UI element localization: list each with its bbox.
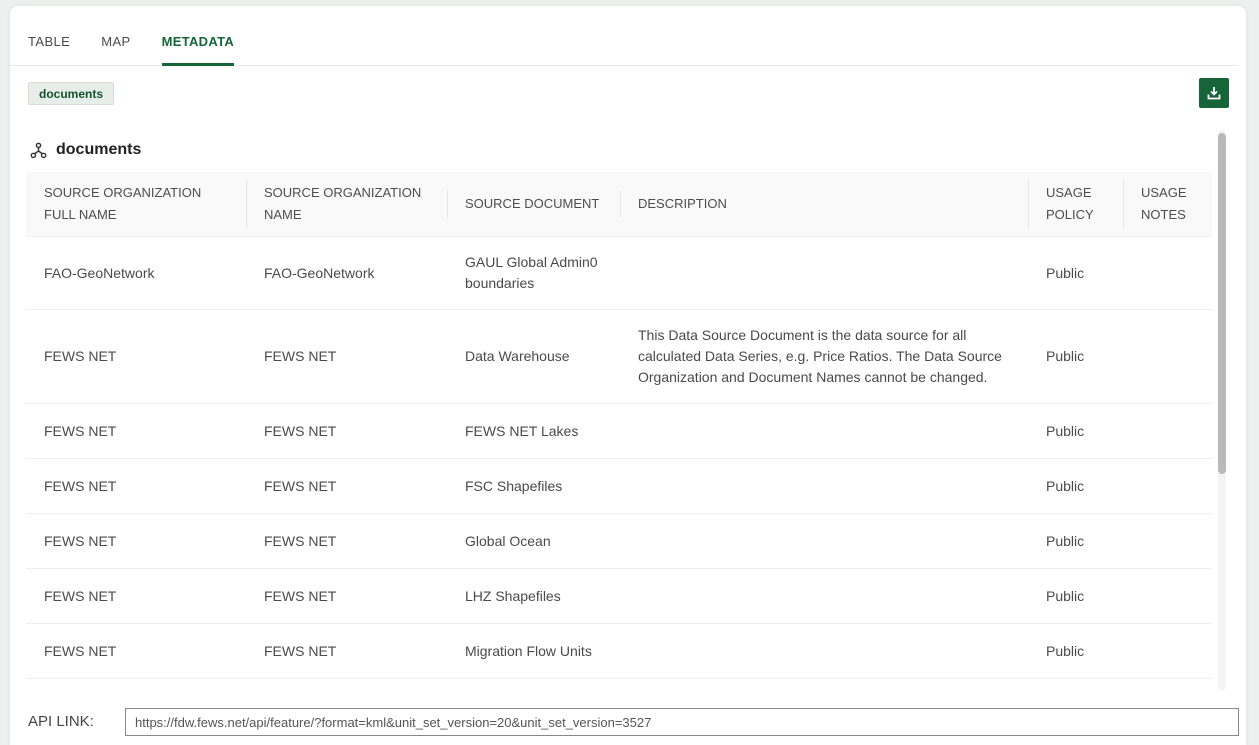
api-link-row: API LINK:: [28, 708, 1229, 736]
table-cell-doc: Data Warehouse: [447, 331, 620, 382]
table-cell-desc: [620, 258, 1028, 288]
documents-chip[interactable]: documents: [28, 82, 114, 105]
download-icon: [1206, 85, 1222, 101]
tab-map[interactable]: MAP: [101, 34, 130, 65]
page-title: documents: [56, 141, 141, 159]
table-cell-org_full: FEWS NET: [26, 516, 246, 567]
table-cell-notes: [1123, 342, 1212, 372]
table-row: FEWS NETFEWS NETMigration Flow UnitsPubl…: [26, 624, 1212, 679]
api-link-label: API LINK:: [28, 713, 94, 730]
metadata-table: SOURCE ORGANIZATION FULL NAMESOURCE ORGA…: [26, 172, 1212, 679]
table-cell-policy: Public: [1028, 626, 1123, 677]
table-cell-desc: [620, 581, 1028, 611]
table-cell-org: FEWS NET: [246, 461, 447, 512]
table-cell-org_full: FEWS NET: [26, 406, 246, 457]
table-cell-desc: [620, 471, 1028, 501]
table-cell-org_full: FEWS NET: [26, 571, 246, 622]
tab-table[interactable]: TABLE: [28, 34, 70, 65]
table-cell-policy: Public: [1028, 571, 1123, 622]
table-header-row: SOURCE ORGANIZATION FULL NAMESOURCE ORGA…: [26, 172, 1212, 237]
table-body: FAO-GeoNetworkFAO-GeoNetworkGAUL Global …: [26, 237, 1212, 679]
table-cell-doc: FSC Shapefiles: [447, 461, 620, 512]
table-cell-desc: [620, 636, 1028, 666]
table-cell-notes: [1123, 581, 1212, 611]
column-header: DESCRIPTION: [620, 183, 1028, 225]
scrollbar-thumb[interactable]: [1218, 133, 1226, 474]
table-cell-policy: Public: [1028, 331, 1123, 382]
table-cell-policy: Public: [1028, 516, 1123, 567]
table-cell-org: FEWS NET: [246, 516, 447, 567]
table-cell-notes: [1123, 258, 1212, 288]
column-header: SOURCE ORGANIZATION FULL NAME: [26, 172, 246, 236]
table-cell-doc: Global Ocean: [447, 516, 620, 567]
table-cell-doc: FEWS NET Lakes: [447, 406, 620, 457]
column-header: USAGE POLICY: [1028, 172, 1123, 236]
table-cell-org_full: FAO-GeoNetwork: [26, 248, 246, 299]
scrollbar-track[interactable]: [1218, 130, 1226, 690]
column-header: SOURCE ORGANIZATION NAME: [246, 172, 447, 236]
table-cell-org: FEWS NET: [246, 406, 447, 457]
table-cell-notes: [1123, 416, 1212, 446]
table-row: FEWS NETFEWS NETFEWS NET LakesPublic: [26, 404, 1212, 459]
table-cell-org: FAO-GeoNetwork: [246, 248, 447, 299]
download-button[interactable]: [1199, 78, 1229, 108]
table-cell-org_full: FEWS NET: [26, 461, 246, 512]
table-row: FEWS NETFEWS NETGlobal OceanPublic: [26, 514, 1212, 569]
share-nodes-icon: [30, 142, 47, 159]
table-cell-desc: [620, 416, 1028, 446]
table-cell-org: FEWS NET: [246, 571, 447, 622]
table-cell-desc: This Data Source Document is the data so…: [620, 310, 1028, 403]
tab-bar: TABLE MAP METADATA: [10, 6, 1238, 66]
table-row: FEWS NETFEWS NETFSC ShapefilesPublic: [26, 459, 1212, 514]
tab-metadata[interactable]: METADATA: [162, 34, 234, 65]
table-row: FEWS NETFEWS NETLHZ ShapefilesPublic: [26, 569, 1212, 624]
table-cell-org_full: FEWS NET: [26, 331, 246, 382]
table-cell-doc: GAUL Global Admin0 boundaries: [447, 237, 620, 309]
table-cell-org: FEWS NET: [246, 626, 447, 677]
table-cell-doc: Migration Flow Units: [447, 626, 620, 677]
table-section-title: documents: [30, 141, 141, 159]
content-card: TABLE MAP METADATA documents documents: [10, 6, 1246, 745]
table-row: FEWS NETFEWS NETData WarehouseThis Data …: [26, 310, 1212, 404]
table-cell-policy: Public: [1028, 461, 1123, 512]
table-row: FAO-GeoNetworkFAO-GeoNetworkGAUL Global …: [26, 237, 1212, 310]
column-header: USAGE NOTES: [1123, 172, 1212, 236]
table-cell-notes: [1123, 636, 1212, 666]
table-cell-notes: [1123, 526, 1212, 556]
table-cell-desc: [620, 526, 1028, 556]
table-cell-org_full: FEWS NET: [26, 626, 246, 677]
table-cell-policy: Public: [1028, 248, 1123, 299]
table-cell-notes: [1123, 471, 1212, 501]
api-link-input[interactable]: [125, 708, 1239, 736]
table-cell-policy: Public: [1028, 406, 1123, 457]
column-header: SOURCE DOCUMENT: [447, 183, 620, 225]
table-cell-doc: LHZ Shapefiles: [447, 571, 620, 622]
table-cell-org: FEWS NET: [246, 331, 447, 382]
